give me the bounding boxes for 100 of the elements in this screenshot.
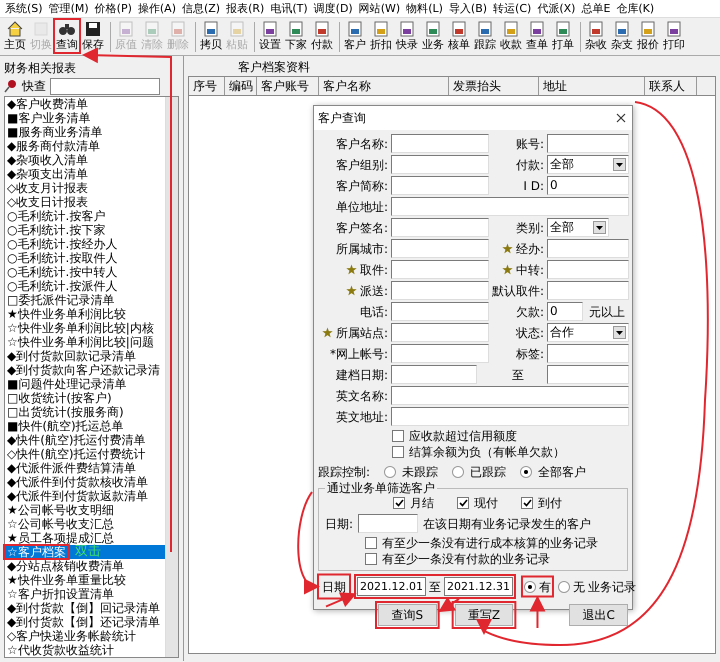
toolbar-button[interactable]: 查单 <box>525 20 549 52</box>
list-item[interactable]: ○毛利统计.按经办人 <box>5 237 165 251</box>
toolbar-button[interactable]: 快录 <box>395 20 419 52</box>
menu-item[interactable]: 仓库(K) <box>613 0 658 17</box>
list-item[interactable]: ■客户业务清单 <box>5 111 165 125</box>
input-field[interactable] <box>391 239 489 258</box>
list-item[interactable]: ★快件业务单利润比较 <box>5 307 165 321</box>
input-field[interactable] <box>391 134 489 153</box>
list-item[interactable]: ○毛利统计.按派件人 <box>5 279 165 293</box>
radio-button[interactable] <box>384 466 396 478</box>
toolbar-button[interactable]: 保存 <box>81 20 105 52</box>
input-field[interactable] <box>391 344 489 363</box>
list-item[interactable]: ○毛利统计.按取件人 <box>5 251 165 265</box>
list-item[interactable]: ◆到付货款向客户还款记录清 <box>5 363 165 377</box>
toolbar-button[interactable]: 拷贝 <box>199 20 223 52</box>
checkbox[interactable] <box>365 553 377 565</box>
list-item[interactable]: ◆代派件到付货款返款清单 <box>5 489 165 503</box>
toolbar-button[interactable]: 主页 <box>3 20 27 52</box>
input-field[interactable] <box>358 514 418 533</box>
list-item[interactable]: ☆代收货款收益统计 <box>5 643 165 657</box>
toolbar-button[interactable]: 杂支 <box>610 20 634 52</box>
list-item[interactable]: ★公司帐号收支明细 <box>5 503 165 517</box>
list-item[interactable]: ◆客户收费清单 <box>5 97 165 111</box>
input-field[interactable] <box>391 155 489 174</box>
toolbar-button[interactable]: 付款 <box>310 20 334 52</box>
toolbar-button[interactable]: 核单 <box>447 20 471 52</box>
toolbar-button[interactable]: 查询 <box>55 20 79 52</box>
menu-item[interactable]: 网站(W) <box>356 0 404 17</box>
menu-item[interactable]: 代派(X) <box>534 0 578 17</box>
menu-item[interactable]: 导入(B) <box>446 0 490 17</box>
input-field[interactable] <box>391 281 489 300</box>
list-item[interactable]: ◇客户快递业务帐龄统计 <box>5 629 165 643</box>
column-header[interactable]: 序号 <box>189 77 225 95</box>
column-header[interactable]: 联系人 <box>645 77 697 95</box>
toolbar-button[interactable]: 打单 <box>551 20 575 52</box>
list-item[interactable]: ◆快件(航空)托运付费清单 <box>5 433 165 447</box>
list-item[interactable]: ◆分站点核销收费清单 <box>5 559 165 573</box>
column-header[interactable]: 编码 <box>225 77 257 95</box>
menu-item[interactable]: 报表(R) <box>223 0 268 17</box>
list-item[interactable]: □收货统计(按客户) <box>5 391 165 405</box>
list-item[interactable]: ◇收支月计报表 <box>5 181 165 195</box>
list-item[interactable]: □出货统计(按服务商) <box>5 405 165 419</box>
toolbar-button[interactable]: 业务 <box>421 20 445 52</box>
list-item[interactable]: ◆杂项收入清单 <box>5 153 165 167</box>
list-item[interactable]: ◇快件(航空)托运付费统计 <box>5 447 165 461</box>
checkbox[interactable] <box>392 446 404 458</box>
list-item[interactable]: ☆客户折扣设置清单 <box>5 587 165 601</box>
list-item[interactable]: ◆代派件派件费结算清单 <box>5 461 165 475</box>
toolbar-button[interactable]: 下家 <box>284 20 308 52</box>
toolbar-button[interactable]: 报价 <box>636 20 660 52</box>
list-item[interactable]: ★员工各项提成汇总 <box>5 531 165 545</box>
input-field[interactable] <box>391 323 489 342</box>
menu-item[interactable]: 电讯(T) <box>267 0 311 17</box>
toolbar-button[interactable]: 打印 <box>662 20 686 52</box>
column-header[interactable]: 地址 <box>539 77 645 95</box>
list-item[interactable]: ■服务商业务清单 <box>5 125 165 139</box>
menu-item[interactable]: 调度(D) <box>310 0 356 17</box>
list-item[interactable]: ☆公司帐号收支汇总 <box>5 517 165 531</box>
menu-item[interactable]: 物料(L) <box>403 0 446 17</box>
dialog-button[interactable]: 查询S <box>378 604 437 626</box>
quick-search-field[interactable] <box>50 78 160 94</box>
toolbar-button[interactable]: 收款 <box>499 20 523 52</box>
list-item[interactable]: □委托派件记录清单 <box>5 293 165 307</box>
column-header[interactable]: 客户账号 <box>257 77 319 95</box>
list-item[interactable]: ☆快件业务单利润比较|问题 <box>5 335 165 349</box>
list-item[interactable]: ◆代派件到付货款核收清单 <box>5 475 165 489</box>
input-field[interactable] <box>391 365 477 384</box>
list-item[interactable]: ◆到付货款【倒】回记录清单 <box>5 601 165 615</box>
column-header[interactable]: 发票抬头 <box>449 77 539 95</box>
input-field[interactable] <box>391 302 489 321</box>
list-item[interactable]: ◇收支日计报表 <box>5 195 165 209</box>
checkbox[interactable] <box>392 430 404 442</box>
list-item[interactable]: ★快件业务单重量比较 <box>5 573 165 587</box>
list-item[interactable]: ◆杂项支出清单 <box>5 167 165 181</box>
list-item[interactable]: ○毛利统计.按客户 <box>5 209 165 223</box>
menu-item[interactable]: 操作(A) <box>134 0 179 17</box>
menu-item[interactable]: 价格(P) <box>92 0 135 17</box>
list-item[interactable]: ■快件(航空)托运总单 <box>5 419 165 433</box>
toolbar-button[interactable]: 客户 <box>343 20 367 52</box>
menu-item[interactable]: 转运(C) <box>490 0 534 17</box>
radio-button[interactable] <box>452 466 464 478</box>
checkbox[interactable] <box>365 537 377 549</box>
toolbar-button[interactable]: 折扣 <box>369 20 393 52</box>
list-item[interactable]: ◆到付货款【倒】还记录清单 <box>5 615 165 629</box>
list-item[interactable]: ◆到付货款回款记录清单 <box>5 349 165 363</box>
list-item[interactable]: ◆服务商付款清单 <box>5 139 165 153</box>
input-field[interactable] <box>391 218 489 237</box>
checkbox[interactable] <box>393 497 405 509</box>
menu-item[interactable]: 总单E <box>578 0 614 17</box>
toolbar-button[interactable]: 跟踪 <box>473 20 497 52</box>
list-item[interactable]: ○毛利统计.按中转人 <box>5 265 165 279</box>
menu-item[interactable]: 信息(Z) <box>178 0 224 17</box>
list-item[interactable]: ■问题件处理记录清单 <box>5 377 165 391</box>
toolbar-button[interactable]: 设置 <box>258 20 282 52</box>
date-field[interactable]: 2021.12.01 <box>357 577 426 596</box>
input-field[interactable] <box>391 176 489 195</box>
toolbar-button[interactable]: 杂收 <box>584 20 608 52</box>
list-item[interactable]: ○毛利统计.按下家 <box>5 223 165 237</box>
checkbox[interactable] <box>457 497 469 509</box>
column-header[interactable]: 客户名称 <box>319 77 449 95</box>
